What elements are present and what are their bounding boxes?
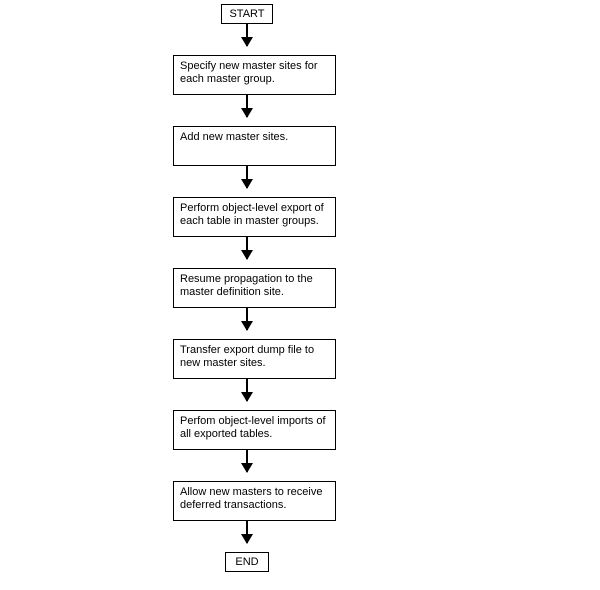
node-n7-label: Allow new masters to receive deferred tr… (180, 486, 322, 511)
arrow-n1-n2 (246, 95, 248, 117)
node-n1-label: Specify new master sites for each master… (180, 60, 318, 85)
node-n1: Specify new master sites for each master… (173, 55, 336, 95)
arrow-n6-n7 (246, 450, 248, 472)
node-n2-label: Add new master sites. (180, 131, 288, 143)
arrow-n3-n4 (246, 237, 248, 259)
node-n4-label: Resume propagation to the master definit… (180, 273, 313, 298)
node-end: END (225, 552, 269, 572)
node-end-label: END (235, 556, 258, 568)
arrow-n7-end (246, 521, 248, 543)
flowchart-canvas: START Specify new master sites for each … (0, 0, 600, 590)
node-n5-label: Transfer export dump file to new master … (180, 344, 314, 369)
node-start-label: START (229, 8, 264, 20)
arrow-n4-n5 (246, 308, 248, 330)
node-n2: Add new master sites. (173, 126, 336, 166)
node-n6-label: Perfom object-level imports of all expor… (180, 415, 326, 440)
arrow-n2-n3 (246, 166, 248, 188)
node-n6: Perfom object-level imports of all expor… (173, 410, 336, 450)
node-n3: Perform object-level export of each tabl… (173, 197, 336, 237)
node-n7: Allow new masters to receive deferred tr… (173, 481, 336, 521)
arrow-n5-n6 (246, 379, 248, 401)
node-n4: Resume propagation to the master definit… (173, 268, 336, 308)
arrow-start-n1 (246, 24, 248, 46)
node-start: START (221, 4, 273, 24)
node-n5: Transfer export dump file to new master … (173, 339, 336, 379)
node-n3-label: Perform object-level export of each tabl… (180, 202, 324, 227)
